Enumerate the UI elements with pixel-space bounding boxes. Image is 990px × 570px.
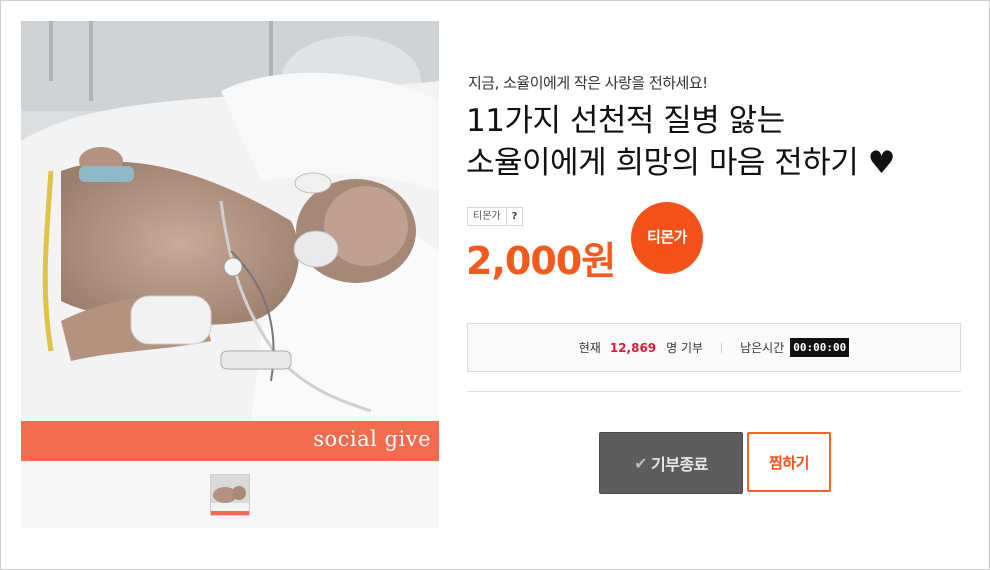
title-line-2: 소율이에게 희망의 마음 전하기 ♥ (466, 145, 895, 181)
brand-bar: social give (21, 421, 439, 461)
status-separator (721, 342, 723, 353)
countdown-timer: 00:00:00 (790, 338, 850, 357)
remaining-time-label: 남은시간 (740, 341, 785, 355)
status-suffix: 명 기부 (666, 341, 704, 355)
donor-count: 12,869 (609, 340, 657, 355)
price-type-tag: 티몬가 (467, 207, 507, 226)
help-icon[interactable]: ? (506, 207, 524, 226)
price: 2,000원 (466, 239, 616, 283)
wishlist-button[interactable]: 찜하기 (747, 432, 831, 492)
thumbnail-brand-bar (211, 511, 249, 515)
social-give-logo: social give (313, 427, 431, 451)
price-tag-row: 티몬가 ? (467, 207, 524, 226)
divider (467, 391, 961, 392)
main-product-image (21, 21, 439, 421)
thumbnail-strip (21, 461, 439, 528)
thumbnail-image[interactable] (210, 474, 250, 516)
donation-status-box: 현재 12,869 명 기부 남은시간 00:00:00 (467, 323, 961, 372)
price-badge: 티몬가 (631, 202, 703, 274)
donation-ended-button[interactable]: ✔ 기부종료 (599, 432, 743, 494)
status-prefix: 현재 (578, 341, 601, 355)
check-icon: ✔ (634, 453, 647, 473)
title-line-1: 11가지 선천적 질병 앓는 (466, 103, 785, 139)
wishlist-label: 찜하기 (769, 453, 809, 472)
product-subtitle: 지금, 소율이에게 작은 사랑을 전하세요! (468, 74, 708, 92)
product-title: 11가지 선천적 질병 앓는 소율이에게 희망의 마음 전하기 ♥ (466, 100, 966, 184)
donation-ended-label: 기부종료 (651, 455, 708, 474)
